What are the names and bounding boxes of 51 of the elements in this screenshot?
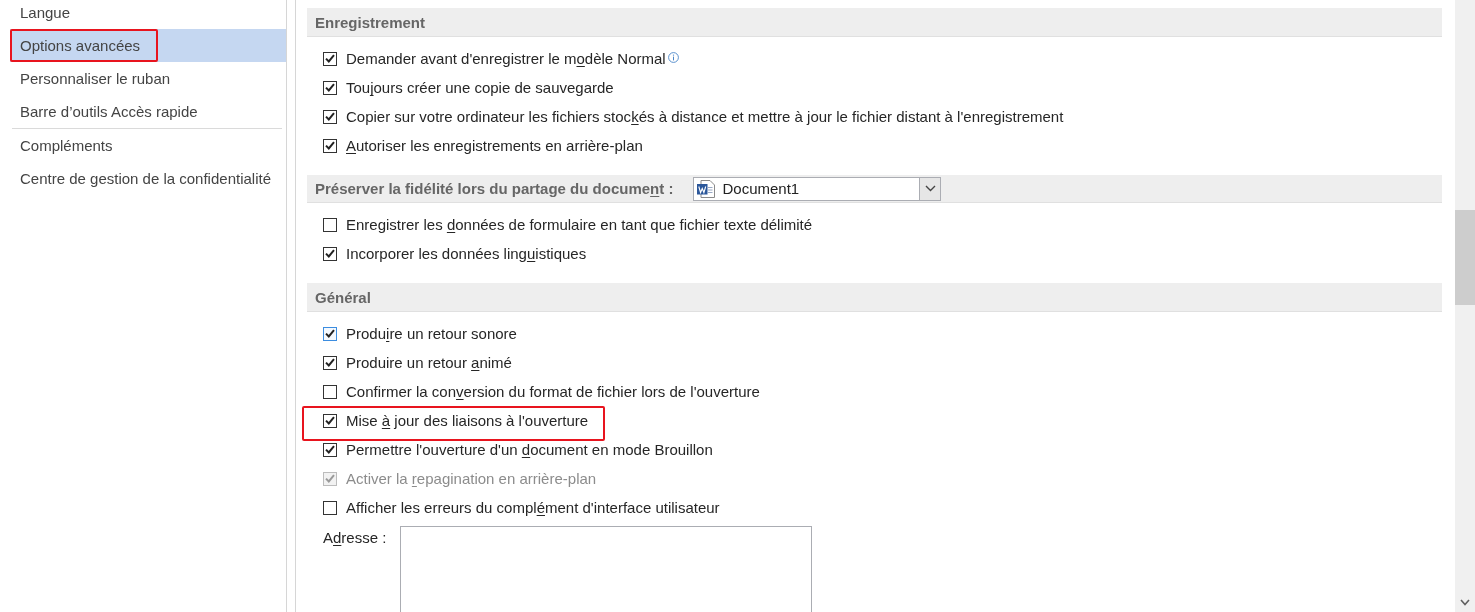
option-label: Afficher les erreurs du complément d'interface utilisateur: [346, 498, 720, 517]
sidebar-item[interactable]: Options avancées: [10, 29, 286, 62]
sidebar-item[interactable]: Compléments: [10, 129, 286, 162]
checkbox[interactable]: [323, 51, 337, 66]
section-title: Général: [315, 288, 371, 306]
checkbox[interactable]: [323, 217, 337, 232]
checkmark-icon: [325, 112, 335, 121]
option-label: Enregistrer les données de formulaire en tant que fichier texte délimité: [346, 215, 813, 234]
option-label: Permettre l'ouverture d'un document en mode Brouillon: [346, 440, 713, 459]
checkbox[interactable]: [323, 109, 337, 124]
option-label: Toujours créer une copie de sauvegarde: [346, 78, 614, 97]
checkmark-icon: [325, 445, 335, 454]
checkmark-icon: [325, 83, 335, 92]
checkbox[interactable]: [323, 80, 337, 95]
checkmark-icon: [325, 474, 335, 483]
checkmark-icon: [325, 416, 335, 425]
dropdown-button[interactable]: [919, 177, 941, 200]
checkbox[interactable]: [323, 355, 337, 370]
section-title: Enregistrement: [315, 13, 426, 31]
option-label: Produire un retour animé: [346, 353, 512, 372]
checkmark-icon: [325, 249, 335, 258]
scrollbar[interactable]: [1455, 0, 1475, 612]
sidebar-item[interactable]: Langue: [10, 0, 286, 29]
checkmark-icon: [325, 329, 335, 338]
checkmark-icon: [325, 141, 335, 150]
option-label: Activer la repagination en arrière-plan: [346, 469, 597, 488]
checkbox[interactable]: [323, 246, 337, 261]
checkbox[interactable]: [323, 500, 337, 515]
option-label: Produire un retour sonore: [346, 324, 517, 343]
checkbox[interactable]: [323, 326, 337, 341]
option-label: Mise à jour des liaisons à l'ouverture: [346, 411, 589, 430]
option-label: Autoriser les enregistrements en arrière-plan: [346, 136, 643, 155]
checkmark-icon: [325, 358, 335, 367]
option-label: Demander avant d'enregistrer le modèle Normal: [346, 49, 666, 68]
scrollbar-thumb[interactable]: [1455, 210, 1475, 305]
section-title: Préserver la fidélité lors du partage du document :: [315, 180, 674, 197]
sidebar-item[interactable]: Personnaliser le ruban: [10, 62, 286, 95]
checkbox[interactable]: [323, 138, 337, 153]
sidebar-item[interactable]: Barre d’outils Accès rapide: [10, 95, 286, 128]
document-icon: [697, 179, 716, 198]
document-select[interactable]: Document1: [693, 176, 942, 201]
address-label: Adresse :: [323, 529, 387, 546]
checkbox[interactable]: [323, 384, 337, 399]
checkbox[interactable]: [323, 442, 337, 457]
option-label: Confirmer la conversion du format de fichier lors de l'ouverture: [346, 382, 760, 401]
chevron-down-icon: [924, 185, 936, 192]
option-label: Incorporer les données linguistiques: [346, 244, 587, 263]
option-label: Copier sur votre ordinateur les fichiers stockés à distance et mettre à jour le fichier distant à l'enregistrement: [346, 107, 1064, 126]
checkbox[interactable]: [323, 413, 337, 428]
checkmark-icon: [325, 54, 335, 63]
sidebar-item[interactable]: Centre de gestion de la confidentialité: [10, 162, 286, 195]
